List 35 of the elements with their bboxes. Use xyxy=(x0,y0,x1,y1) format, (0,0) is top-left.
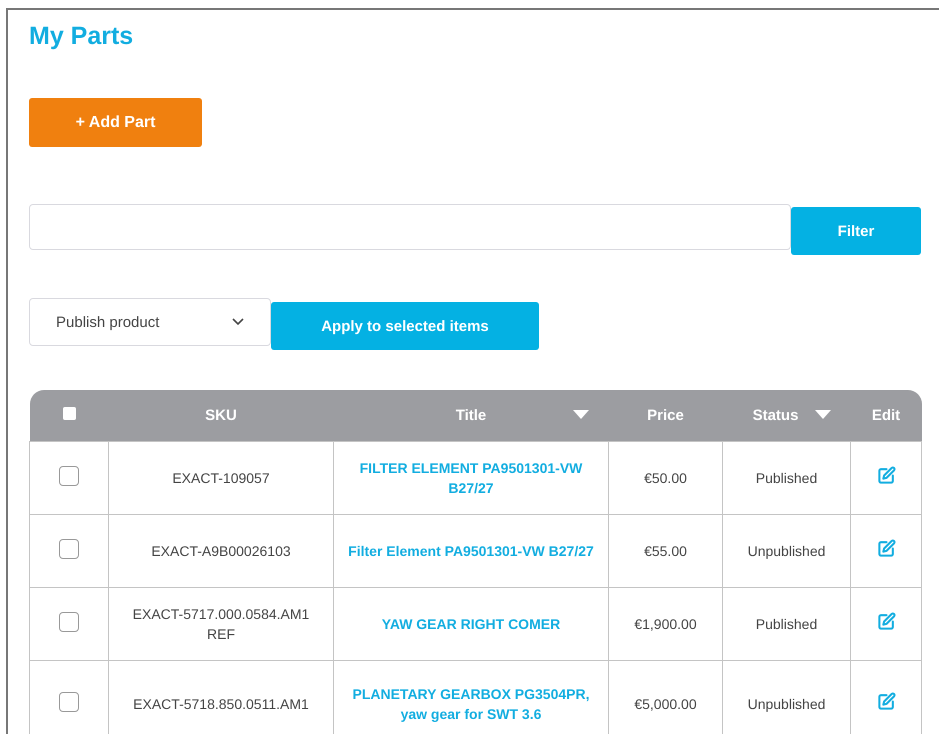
column-header: Price xyxy=(647,407,684,424)
row-checkbox[interactable] xyxy=(59,692,79,712)
row-checkbox[interactable] xyxy=(59,466,79,486)
chevron-down-icon xyxy=(232,318,244,326)
price-text: €5,000.00 xyxy=(634,696,697,712)
edit-icon[interactable] xyxy=(876,612,896,631)
sku-text: EXACT-5718.850.0511.AM1 xyxy=(133,696,309,712)
sku-text: EXACT-5717.000.0584.AM1 REF xyxy=(132,606,310,642)
price-text: €55.00 xyxy=(644,543,687,559)
dropdown-triangle-icon[interactable] xyxy=(572,410,588,419)
column-header: SKU xyxy=(205,407,237,424)
filter-button[interactable]: Filter xyxy=(791,207,921,255)
select-all-checkbox[interactable] xyxy=(62,407,76,420)
add-part-button[interactable]: + Add Part xyxy=(29,98,202,147)
column-header: Edit xyxy=(872,407,900,424)
price-text: €50.00 xyxy=(644,470,687,486)
status-text: Unpublished xyxy=(748,696,826,712)
action-select[interactable]: Publish product xyxy=(29,298,271,346)
page-title: My Parts xyxy=(29,22,134,52)
column-header: Title xyxy=(456,407,486,424)
status-text: Published xyxy=(756,616,818,632)
row-checkbox[interactable] xyxy=(59,612,79,632)
row-checkbox[interactable] xyxy=(59,538,79,558)
edit-icon[interactable] xyxy=(876,466,896,485)
sku-text: EXACT-109057 xyxy=(172,470,270,486)
column-header: Status xyxy=(752,407,798,424)
edit-icon[interactable] xyxy=(876,692,896,711)
price-text: €1,900.00 xyxy=(634,616,697,632)
apply-button[interactable]: Apply to selected items xyxy=(271,302,539,350)
status-text: Unpublished xyxy=(748,543,826,559)
edit-icon[interactable] xyxy=(876,539,896,558)
dropdown-triangle-icon[interactable] xyxy=(814,410,830,419)
status-text: Published xyxy=(756,470,818,486)
filter-input[interactable] xyxy=(29,204,791,250)
sku-text: EXACT-A9B00026103 xyxy=(151,543,291,559)
